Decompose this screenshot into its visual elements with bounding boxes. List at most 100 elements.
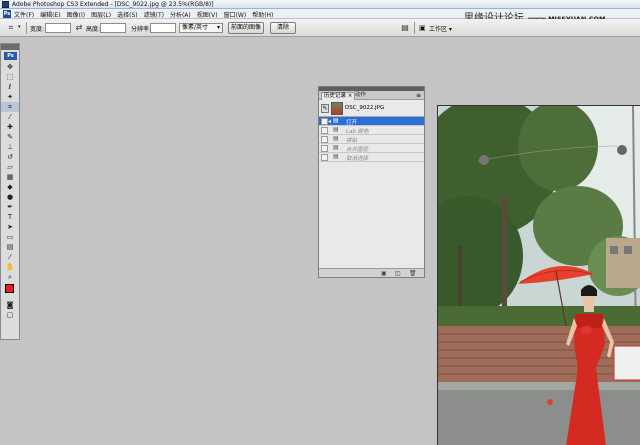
panel-tabs: 历史记录 × 动作 ≡ bbox=[319, 91, 424, 100]
tab-actions[interactable]: 动作 bbox=[353, 92, 368, 100]
current-state-slider-icon[interactable]: ◂ bbox=[328, 118, 331, 125]
document-state-icon: ▤ bbox=[333, 153, 339, 160]
slice-tool-icon[interactable]: ⁄ bbox=[1, 112, 19, 122]
clear-button[interactable]: 清除 bbox=[270, 22, 296, 34]
separator bbox=[414, 22, 415, 34]
magic-wand-tool-icon[interactable]: ✦ bbox=[1, 92, 19, 102]
history-state-tile[interactable]: ▤ 拼贴 bbox=[319, 135, 424, 144]
pen-tool-icon[interactable]: ✒ bbox=[1, 202, 19, 212]
menu-analysis[interactable]: 分析(A) bbox=[170, 10, 191, 19]
tab-history[interactable]: 历史记录 × bbox=[321, 92, 356, 100]
foreground-color-swatch[interactable] bbox=[5, 284, 14, 293]
history-state-lab-color[interactable]: ▤ Lab 颜色 bbox=[319, 126, 424, 135]
history-panel: 历史记录 × 动作 ≡ ✎ DSC_9022.JPG ◂ ▤ 打开 ▤ Lab … bbox=[318, 86, 425, 278]
brush-tool-icon[interactable]: ✎ bbox=[1, 132, 19, 142]
blur-tool-icon[interactable]: ◆ bbox=[1, 182, 19, 192]
tab-history-label: 历史记录 bbox=[324, 93, 347, 99]
color-swatches bbox=[1, 282, 19, 300]
history-state-label: 拼贴 bbox=[346, 138, 358, 144]
document-state-icon: ▤ bbox=[333, 126, 339, 133]
zoom-tool-icon[interactable]: ⌕ bbox=[1, 272, 19, 282]
healing-brush-tool-icon[interactable]: ✚ bbox=[1, 122, 19, 132]
menu-items: 文件(F) 编辑(E) 图像(I) 图层(L) 选择(S) 滤镜(T) 分析(A… bbox=[14, 10, 273, 19]
front-image-button[interactable]: 前面的图像 bbox=[228, 22, 264, 34]
crop-tool-icon[interactable]: ⌗ bbox=[1, 102, 19, 112]
title-bar: Adobe Photoshop CS3 Extended - [DSC_9022… bbox=[0, 0, 640, 9]
workspace-menu[interactable]: 工作区 ▾ bbox=[429, 24, 452, 33]
history-state-merge-layers[interactable]: ▤ 合并图层 bbox=[319, 144, 424, 153]
height-input[interactable] bbox=[100, 23, 126, 33]
menu-layer[interactable]: 图层(L) bbox=[91, 10, 111, 19]
screen-mode-icon[interactable]: ▢ bbox=[1, 310, 19, 320]
crop-tool-preset-icon[interactable]: ⌗ bbox=[6, 23, 16, 33]
document-state-icon: ▤ bbox=[333, 135, 339, 142]
resolution-input[interactable] bbox=[150, 23, 176, 33]
menu-image[interactable]: 图像(I) bbox=[67, 10, 85, 19]
quick-mask-icon[interactable]: ◙ bbox=[1, 300, 19, 310]
toolbox: Ps ✥ ⬚ ℓ ✦ ⌗ ⁄ ✚ ✎ ⊥ ↺ ▱ ▦ ◆ ● ✒ T ➤ ▭ ▤… bbox=[0, 43, 20, 340]
eyedropper-tool-icon[interactable]: ⁄ bbox=[1, 252, 19, 262]
history-brush-checkbox[interactable] bbox=[321, 154, 328, 161]
history-state-label: 打开 bbox=[346, 120, 358, 126]
workspace-label: 工作区 bbox=[429, 26, 448, 33]
history-brush-checkbox[interactable] bbox=[321, 127, 328, 134]
resolution-unit-select[interactable]: 像素/英寸 ▾ bbox=[179, 23, 223, 33]
palette-well-icon[interactable]: ▤ bbox=[400, 23, 410, 33]
menu-window[interactable]: 窗口(W) bbox=[224, 10, 247, 19]
document-state-icon: ▤ bbox=[333, 117, 339, 124]
resolution-unit-value: 像素/英寸 bbox=[182, 24, 209, 31]
snapshot-thumbnail bbox=[331, 102, 343, 115]
trash-icon[interactable]: 🗑 bbox=[409, 270, 417, 277]
marquee-tool-icon[interactable]: ⬚ bbox=[1, 72, 19, 82]
document-canvas[interactable] bbox=[437, 105, 640, 445]
width-input[interactable] bbox=[45, 23, 71, 33]
preset-dropdown-arrow-icon[interactable]: ▾ bbox=[18, 24, 21, 30]
clone-stamp-tool-icon[interactable]: ⊥ bbox=[1, 142, 19, 152]
height-label: 高度: bbox=[86, 26, 101, 33]
path-selection-tool-icon[interactable]: ➤ bbox=[1, 222, 19, 232]
snapshot-name: DSC_9022.JPG bbox=[345, 105, 385, 111]
app-icon bbox=[2, 1, 9, 8]
history-state-deselect[interactable]: ▤ 取消选择 bbox=[319, 153, 424, 162]
lasso-tool-icon[interactable]: ℓ bbox=[1, 82, 19, 92]
dodge-tool-icon[interactable]: ● bbox=[1, 192, 19, 202]
menu-edit[interactable]: 编辑(E) bbox=[40, 10, 60, 19]
type-tool-icon[interactable]: T bbox=[1, 212, 19, 222]
new-document-from-state-icon[interactable]: ▣ bbox=[381, 270, 387, 277]
notes-tool-icon[interactable]: ▤ bbox=[1, 242, 19, 252]
menu-filter[interactable]: 滤镜(T) bbox=[144, 10, 164, 19]
menu-select[interactable]: 选择(S) bbox=[117, 10, 138, 19]
snapshot-row[interactable]: ✎ DSC_9022.JPG bbox=[319, 100, 424, 117]
history-state-label: 取消选择 bbox=[346, 156, 369, 162]
document-state-icon: ▤ bbox=[333, 144, 339, 151]
width-label: 宽度: bbox=[30, 26, 45, 33]
new-snapshot-icon[interactable]: ◫ bbox=[395, 270, 401, 277]
history-state-label: 合并图层 bbox=[346, 147, 369, 153]
resolution-label: 分辨率: bbox=[131, 26, 152, 33]
options-bar: ⌗ ▾ 宽度: ⇄ 高度: 分辨率: 像素/英寸 ▾ 前面的图像 清除 ▤ ▣ 工… bbox=[0, 19, 640, 37]
history-brush-checkbox[interactable] bbox=[321, 136, 328, 143]
workspace-icon[interactable]: ▣ bbox=[419, 24, 426, 32]
history-brush-checkbox[interactable] bbox=[321, 118, 328, 125]
panel-menu-icon[interactable]: ≡ bbox=[416, 92, 421, 99]
separator bbox=[26, 22, 27, 34]
move-tool-icon[interactable]: ✥ bbox=[1, 62, 19, 72]
toolbox-header[interactable] bbox=[1, 44, 19, 50]
menu-view[interactable]: 视图(V) bbox=[197, 10, 218, 19]
swap-dimensions-icon[interactable]: ⇄ bbox=[74, 23, 84, 33]
chevron-down-icon: ▾ bbox=[216, 24, 220, 31]
photo-woman-red-dress-umbrella bbox=[438, 106, 640, 445]
history-brush-tool-icon[interactable]: ↺ bbox=[1, 152, 19, 162]
history-brush-source-icon[interactable]: ✎ bbox=[321, 104, 329, 113]
shape-tool-icon[interactable]: ▭ bbox=[1, 232, 19, 242]
gradient-tool-icon[interactable]: ▦ bbox=[1, 172, 19, 182]
menu-file[interactable]: 文件(F) bbox=[14, 10, 34, 19]
eraser-tool-icon[interactable]: ▱ bbox=[1, 162, 19, 172]
photoshop-window: Adobe Photoshop CS3 Extended - [DSC_9022… bbox=[0, 0, 640, 445]
history-brush-checkbox[interactable] bbox=[321, 145, 328, 152]
menu-help[interactable]: 帮助(H) bbox=[252, 10, 273, 19]
history-state-label: Lab 颜色 bbox=[346, 129, 369, 135]
toolbox-ps-badge[interactable]: Ps bbox=[4, 52, 17, 60]
history-state-open[interactable]: ◂ ▤ 打开 bbox=[319, 117, 424, 126]
hand-tool-icon[interactable]: ✋ bbox=[1, 262, 19, 272]
